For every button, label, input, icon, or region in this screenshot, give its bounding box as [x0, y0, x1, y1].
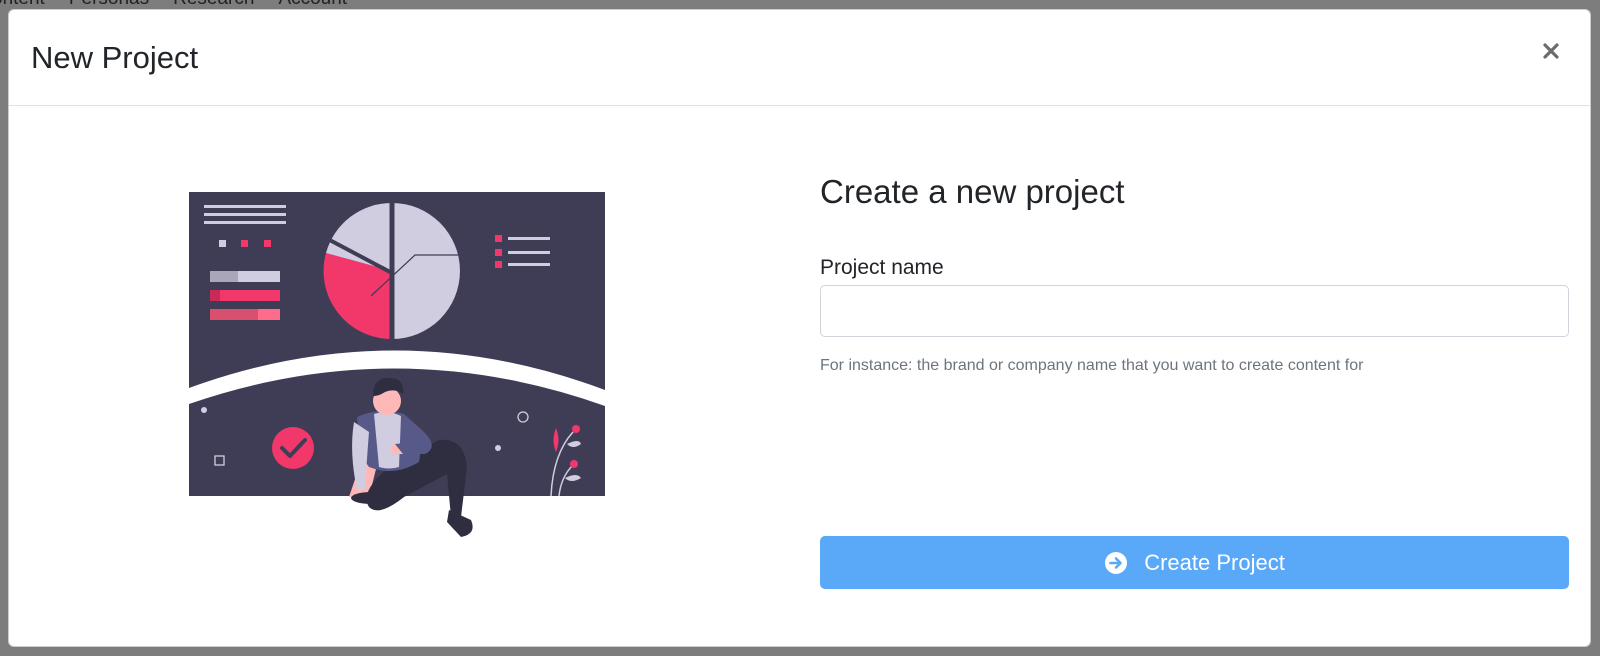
- dashboard-illustration: [189, 192, 605, 537]
- project-name-input[interactable]: [820, 285, 1569, 337]
- project-name-label: Project name: [820, 256, 944, 279]
- form-heading: Create a new project: [820, 173, 1125, 210]
- new-project-modal: New Project Create a new project Project…: [8, 9, 1591, 647]
- modal-header: New Project: [9, 10, 1590, 106]
- arrow-circle-right-icon: [1104, 551, 1128, 575]
- create-project-label: Create Project: [1144, 549, 1285, 575]
- project-name-help-text: For instance: the brand or company name …: [820, 357, 1364, 374]
- check-circle-icon: [272, 427, 314, 469]
- modal-title: New Project: [31, 40, 199, 75]
- close-icon: [1543, 43, 1559, 59]
- create-project-button[interactable]: Create Project: [820, 536, 1569, 589]
- close-button[interactable]: [1538, 38, 1564, 64]
